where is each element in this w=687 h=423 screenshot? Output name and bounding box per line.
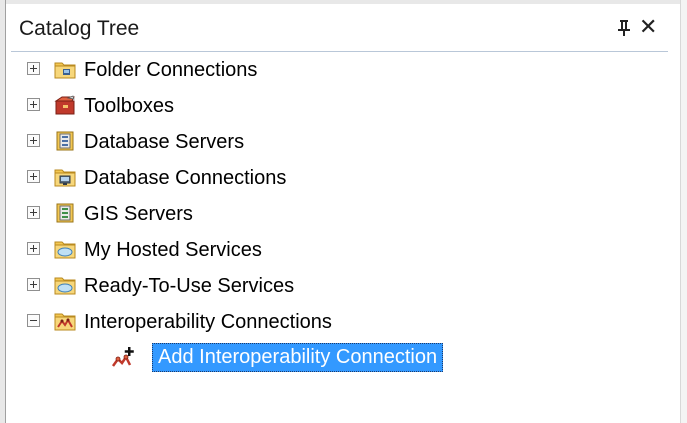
panel-title: Catalog Tree: [19, 17, 140, 40]
expand-icon[interactable]: [27, 206, 40, 219]
interoperability-icon: [54, 313, 76, 331]
catalog-tree-panel: Catalog Tree ✕ Folder Connections Toolbo…: [11, 7, 668, 423]
tree-node-label: My Hosted Services: [84, 239, 262, 261]
gis-servers-icon: [56, 203, 74, 223]
tree-node-folder-connections[interactable]: Folder Connections: [11, 52, 668, 88]
folder-connections-icon: [54, 62, 76, 79]
tree-node-gis-servers[interactable]: GIS Servers: [11, 196, 668, 232]
tree-node-interoperability-connections[interactable]: Interoperability Connections: [11, 304, 668, 340]
window-left-edge: [0, 0, 6, 423]
database-connections-icon: [54, 169, 76, 187]
catalog-tree: Folder Connections Toolboxes Database Se…: [11, 52, 668, 423]
toolbox-icon: [54, 95, 75, 115]
window-right-edge: [680, 0, 687, 423]
collapse-icon[interactable]: [27, 314, 40, 327]
ready-to-use-services-icon: [54, 277, 76, 295]
tree-node-label: Toolboxes: [84, 95, 175, 117]
tree-node-label: Database Servers: [84, 131, 245, 153]
pin-icon[interactable]: [617, 19, 631, 37]
expand-icon[interactable]: [27, 62, 40, 75]
add-interoperability-connection-icon: [111, 347, 134, 367]
tree-node-ready-to-use-services[interactable]: Ready-To-Use Services: [11, 268, 668, 304]
tree-node-label: Interoperability Connections: [84, 311, 332, 333]
tree-node-add-interoperability-connection[interactable]: Add Interoperability Connection: [11, 340, 668, 376]
expand-icon[interactable]: [27, 170, 40, 183]
tree-node-database-servers[interactable]: Database Servers: [11, 124, 668, 160]
tree-node-label: Folder Connections: [84, 59, 258, 81]
tree-node-label: Database Connections: [84, 167, 287, 189]
tree-node-label: Add Interoperability Connection: [152, 343, 444, 372]
tree-node-label: Ready-To-Use Services: [84, 275, 295, 297]
tree-node-database-connections[interactable]: Database Connections: [11, 160, 668, 196]
database-server-icon: [56, 131, 74, 151]
hosted-services-icon: [54, 241, 76, 259]
expand-icon[interactable]: [27, 134, 40, 147]
expand-icon[interactable]: [27, 278, 40, 291]
panel-titlebar[interactable]: Catalog Tree ✕: [11, 7, 668, 51]
tree-node-my-hosted-services[interactable]: My Hosted Services: [11, 232, 668, 268]
close-icon[interactable]: ✕: [639, 15, 657, 39]
expand-icon[interactable]: [27, 242, 40, 255]
tree-node-toolboxes[interactable]: Toolboxes: [11, 88, 668, 124]
tree-node-label: GIS Servers: [84, 203, 193, 225]
expand-icon[interactable]: [27, 98, 40, 111]
window-top-edge: [0, 0, 687, 4]
